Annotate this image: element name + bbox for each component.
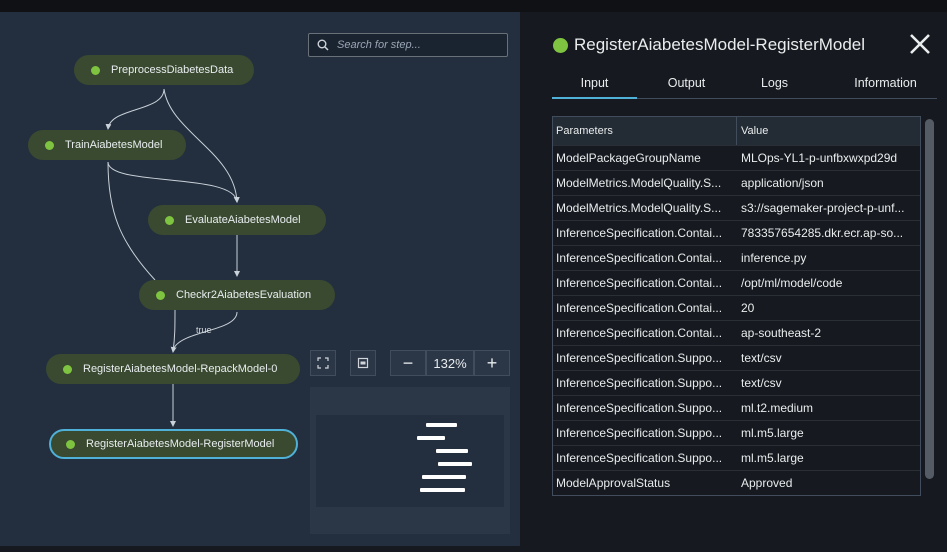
panel-title: RegisterAiabetesModel-RegisterModel: [574, 35, 866, 54]
parameter-name: InferenceSpecification.Contai...: [556, 326, 723, 340]
tab-input[interactable]: Input: [552, 69, 637, 99]
node-repack-model[interactable]: RegisterAiabetesModel-RepackModel-0: [46, 354, 300, 384]
column-header-value: Value: [741, 125, 769, 137]
zoom-in-button[interactable]: +: [474, 350, 510, 376]
status-success-icon: [45, 140, 54, 150]
parameter-name: InferenceSpecification.Suppo...: [556, 401, 723, 415]
node-label: Checkr2AiabetesEvaluation: [176, 289, 312, 301]
minimap-node: [420, 488, 465, 492]
parameter-name: InferenceSpecification.Contai...: [556, 276, 723, 290]
parameter-value: MLOps-YL1-p-unfbxwxpd29d: [741, 151, 898, 165]
parameter-value: 20: [741, 301, 755, 315]
table-row: InferenceSpecification.Suppo... ml.t2.med…: [553, 396, 920, 421]
center-icon: [357, 357, 369, 369]
panel-divider[interactable]: [520, 12, 532, 552]
parameter-value: ml.m5.large: [741, 426, 804, 440]
node-evaluate-model[interactable]: EvaluateAiabetesModel: [148, 205, 326, 235]
parameter-value: inference.py: [741, 251, 807, 265]
zoom-controls: − 132% +: [390, 350, 510, 376]
parameter-value: 783357654285.dkr.ecr.ap-so...: [741, 226, 904, 240]
minimap-node: [422, 475, 466, 479]
search-icon: [317, 39, 329, 51]
table-header: Parameters Value: [553, 117, 920, 146]
table-row: InferenceSpecification.Contai... ap-south…: [553, 321, 920, 346]
scrollbar-thumb[interactable]: [925, 119, 934, 479]
parameter-value: ml.t2.medium: [741, 401, 814, 415]
node-preprocess-diabetes-data[interactable]: PreprocessDiabetesData: [74, 55, 254, 85]
table-row: ModelMetrics.ModelQuality.S... applicatio…: [553, 171, 920, 196]
parameter-name: InferenceSpecification.Contai...: [556, 226, 723, 240]
node-label: TrainAiabetesModel: [65, 139, 163, 151]
step-details-panel: RegisterAiabetesModel-RegisterModel Inpu…: [532, 12, 947, 546]
minimap[interactable]: [310, 387, 510, 534]
parameter-name: InferenceSpecification.Contai...: [556, 251, 723, 265]
node-label: PreprocessDiabetesData: [111, 64, 234, 76]
tab-logs[interactable]: Logs: [732, 69, 817, 97]
table-row: ModelPackageGroupName MLOps-YL1-p-unfbxwx…: [553, 146, 920, 171]
parameter-value: text/csv: [741, 351, 782, 365]
column-header-parameters: Parameters: [553, 117, 737, 145]
pipeline-graph-canvas[interactable]: PreprocessDiabetesData TrainAiabetesMode…: [0, 12, 520, 546]
parameter-name: InferenceSpecification.Suppo...: [556, 426, 723, 440]
center-button[interactable]: [350, 350, 376, 376]
status-success-icon: [165, 215, 174, 225]
minimap-node: [438, 462, 472, 466]
table-row: InferenceSpecification.Contai... 78335765…: [553, 221, 920, 246]
parameter-name: ModelApprovalStatus: [556, 476, 671, 490]
node-register-model[interactable]: RegisterAiabetesModel-RegisterModel: [49, 429, 298, 459]
parameter-value: ap-southeast-2: [741, 326, 822, 340]
node-label: RegisterAiabetesModel-RepackModel-0: [83, 363, 278, 375]
parameter-name: InferenceSpecification.Suppo...: [556, 376, 723, 390]
parameter-name: InferenceSpecification.Suppo...: [556, 351, 723, 365]
node-label: EvaluateAiabetesModel: [185, 214, 301, 226]
fit-screen-button[interactable]: [310, 350, 336, 376]
node-train-model[interactable]: TrainAiabetesModel: [28, 130, 186, 160]
table-row: InferenceSpecification.Suppo... ml.m5.lar…: [553, 421, 920, 446]
status-success-icon: [156, 290, 165, 300]
table-row: ModelApprovalStatus Approved: [553, 471, 920, 495]
status-success-icon: [91, 65, 100, 75]
close-icon[interactable]: [908, 32, 932, 56]
node-check-evaluation[interactable]: Checkr2AiabetesEvaluation: [139, 280, 335, 310]
minimap-node: [436, 449, 468, 453]
search-step-input[interactable]: [335, 38, 499, 52]
minimap-viewport[interactable]: [316, 415, 504, 507]
tab-information[interactable]: Information: [828, 69, 943, 97]
table-row: InferenceSpecification.Contai... 20: [553, 296, 920, 321]
status-success-icon: [66, 439, 75, 449]
parameter-value: Approved: [741, 476, 793, 490]
top-bar: [0, 0, 947, 12]
parameter-name: ModelMetrics.ModelQuality.S...: [556, 201, 722, 215]
status-success-icon: [63, 364, 72, 374]
fit-screen-icon: [317, 357, 329, 369]
tab-output[interactable]: Output: [644, 69, 729, 97]
status-success-icon: [553, 38, 568, 53]
parameters-table: Parameters Value ModelPackageGroupName ML…: [552, 116, 921, 496]
table-row: ModelMetrics.ModelQuality.S... s3://sagem…: [553, 196, 920, 221]
table-row: InferenceSpecification.Suppo... text/csv: [553, 371, 920, 396]
minimap-node: [417, 436, 445, 440]
node-label: RegisterAiabetesModel-RegisterModel: [86, 438, 275, 450]
parameter-value: text/csv: [741, 376, 782, 390]
tab-bar: Input Output Logs Information: [552, 69, 937, 99]
zoom-out-button[interactable]: −: [390, 350, 426, 376]
edge-label-true: true: [196, 325, 212, 335]
parameter-name: InferenceSpecification.Suppo...: [556, 451, 723, 465]
table-row: InferenceSpecification.Suppo... ml.m5.lar…: [553, 446, 920, 471]
minimap-node: [426, 423, 457, 427]
table-row: InferenceSpecification.Suppo... text/csv: [553, 346, 920, 371]
parameter-name: ModelPackageGroupName: [556, 151, 701, 165]
parameter-value: ml.m5.large: [741, 451, 804, 465]
zoom-level: 132%: [426, 350, 474, 376]
parameter-name: InferenceSpecification.Contai...: [556, 301, 723, 315]
parameter-value: /opt/ml/model/code: [741, 276, 843, 290]
parameter-value: application/json: [741, 176, 824, 190]
parameter-name: ModelMetrics.ModelQuality.S...: [556, 176, 722, 190]
table-row: InferenceSpecification.Contai... inferenc…: [553, 246, 920, 271]
table-row: InferenceSpecification.Contai... /opt/ml/…: [553, 271, 920, 296]
parameter-value: s3://sagemaker-project-p-unf...: [741, 201, 905, 215]
search-step-field[interactable]: [308, 33, 508, 57]
